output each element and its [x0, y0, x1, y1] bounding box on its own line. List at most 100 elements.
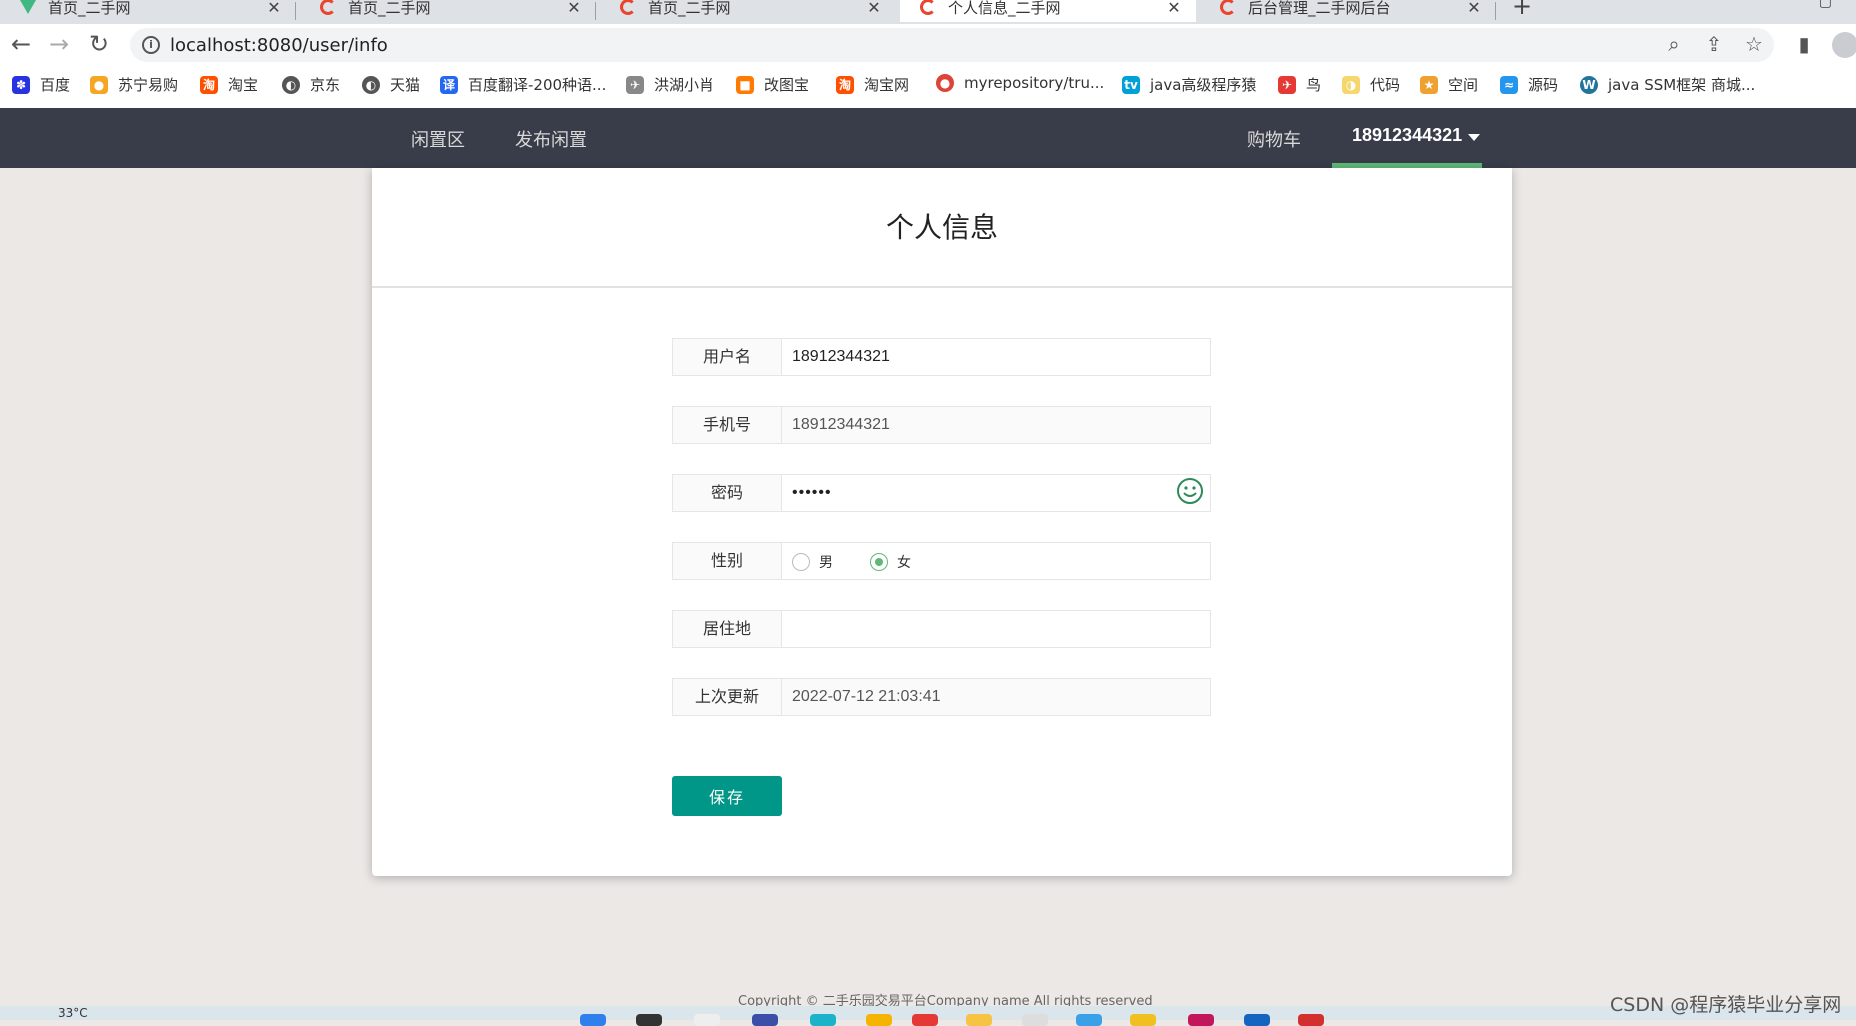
translate-icon: 译: [440, 75, 458, 94]
bookmark-item[interactable]: ≈ 源码: [1500, 74, 1558, 95]
taobao-icon: 淘: [836, 75, 854, 94]
bookmark-item[interactable]: Wjava SSM框架 商城...: [1580, 74, 1755, 95]
address-input[interactable]: [781, 610, 1211, 648]
app-icon[interactable]: [1130, 1014, 1156, 1026]
tab-separator: [295, 2, 296, 20]
bookmarks-bar: ✽ 百度 ● 苏宁易购 淘淘宝 ◐ 京东 ◐ 天猫 译百度翻译-200种语... ✈ 洪湖…: [0, 64, 1856, 109]
qzone-icon: ★: [1420, 75, 1438, 94]
zoom-icon[interactable]: ⌕: [1662, 32, 1686, 56]
new-tab-icon[interactable]: +: [1512, 0, 1532, 20]
bookmark-item[interactable]: ◑ 代码: [1342, 74, 1400, 95]
smiley-icon[interactable]: [1176, 477, 1204, 505]
bookmark-star-icon[interactable]: ☆: [1742, 32, 1766, 56]
profile-avatar-icon[interactable]: [1832, 32, 1856, 58]
bookmark-item[interactable]: tv java高级程序猿: [1122, 74, 1256, 95]
search-icon[interactable]: [636, 1014, 662, 1026]
bookmark-label: 百度: [40, 76, 71, 94]
app-icon[interactable]: [1244, 1014, 1270, 1026]
user-menu[interactable]: 18912344321: [1332, 108, 1482, 168]
nav-link-cart[interactable]: 购物车: [1247, 126, 1301, 152]
globe-icon: ◐: [362, 75, 380, 94]
gender-radio-female[interactable]: 女: [870, 552, 911, 572]
radio-circle-icon[interactable]: [792, 553, 810, 571]
bookmark-item[interactable]: ✈ 洪湖小肖: [626, 74, 714, 95]
close-icon[interactable]: ✕: [266, 0, 282, 17]
form-row-password: 密码: [672, 474, 1212, 512]
site-c-icon: [620, 0, 636, 15]
code-icon: ◑: [1342, 75, 1360, 94]
reload-icon[interactable]: ↻: [84, 29, 114, 59]
bookmark-label: java SSM框架 商城...: [1608, 76, 1756, 94]
bookmark-label: 百度翻译-200种语...: [468, 76, 607, 94]
bookmark-item[interactable]: 淘淘宝: [200, 74, 258, 95]
browser-tab[interactable]: 后台管理_二手网后台 ✕: [1200, 0, 1496, 22]
tab-title: 首页_二手网: [48, 0, 131, 17]
bookmark-label: 淘宝网: [864, 76, 910, 94]
app-icon[interactable]: [1298, 1014, 1324, 1026]
back-arrow-icon[interactable]: ←: [6, 29, 36, 59]
save-button[interactable]: 保存: [672, 776, 782, 816]
forward-arrow-icon[interactable]: →: [44, 29, 74, 59]
phone-input[interactable]: [781, 406, 1211, 444]
bookmark-label: java高级程序猿: [1150, 76, 1257, 94]
weather-temp[interactable]: 33°C: [58, 1006, 88, 1020]
window-control-icon[interactable]: ▢: [1819, 0, 1832, 10]
close-icon[interactable]: ✕: [566, 0, 582, 17]
bookmark-item[interactable]: 淘淘宝网: [836, 74, 909, 95]
nav-link-publish[interactable]: 发布闲置: [515, 126, 587, 152]
bookmark-item[interactable]: ● 苏宁易购: [90, 74, 178, 95]
windows-start-icon[interactable]: [580, 1014, 606, 1026]
bookmark-item[interactable]: ✽ 百度: [12, 74, 70, 95]
username-input[interactable]: [781, 338, 1211, 376]
field-label: 密码: [672, 474, 782, 512]
nav-link-idle-zone[interactable]: 闲置区: [411, 126, 465, 152]
last-updated-input[interactable]: [781, 678, 1211, 716]
radio-label: 女: [897, 555, 911, 571]
address-bar[interactable]: i localhost:8080/user/info ⌕ ⇪ ☆: [130, 28, 1774, 62]
profile-card: 个人信息 用户名 手机号 密码 性别 男 女: [372, 168, 1512, 876]
browser-tab[interactable]: 首页_二手网 ✕: [600, 0, 896, 22]
bookmark-label: 洪湖小肖: [654, 76, 715, 94]
user-menu-name: 18912344321: [1352, 125, 1463, 145]
side-panel-icon[interactable]: ▮: [1792, 32, 1816, 56]
task-view-icon[interactable]: [694, 1014, 720, 1026]
tab-title: 首页_二手网: [348, 0, 431, 17]
form-row-address: 居住地: [672, 610, 1212, 648]
share-icon[interactable]: ⇪: [1702, 32, 1726, 56]
bilibili-icon: tv: [1122, 75, 1140, 94]
bookmark-label: myrepository/tru...: [964, 74, 1105, 92]
vue-logo-icon: [20, 0, 36, 14]
gaitubao-icon: ■: [736, 75, 754, 94]
bookmark-item[interactable]: 译百度翻译-200种语...: [440, 74, 606, 95]
radio-circle-checked-icon[interactable]: [870, 553, 888, 571]
bookmark-item[interactable]: ✈ 鸟: [1278, 74, 1321, 95]
browser-tab[interactable]: 首页_二手网 ✕: [0, 0, 296, 22]
address-url[interactable]: localhost:8080/user/info: [170, 35, 388, 56]
folder-icon[interactable]: [966, 1014, 992, 1026]
browser-tab-active[interactable]: 个人信息_二手网 ✕: [900, 0, 1196, 22]
field-label: 用户名: [672, 338, 782, 376]
bookmark-item[interactable]: ◐ 天猫: [362, 74, 420, 95]
app-icon[interactable]: [752, 1014, 778, 1026]
password-input[interactable]: [781, 474, 1211, 512]
app-icon[interactable]: [1188, 1014, 1214, 1026]
bookmark-item[interactable]: ■ 改图宝: [736, 74, 809, 95]
close-icon[interactable]: ✕: [1166, 0, 1182, 17]
site-info-icon[interactable]: i: [142, 36, 160, 54]
bookmark-label: 改图宝: [764, 76, 810, 94]
chrome-icon[interactable]: [866, 1014, 892, 1026]
bookmark-label: 天猫: [390, 76, 421, 94]
form-row-gender: 性别 男 女: [672, 542, 1212, 580]
tab-separator: [595, 2, 596, 20]
browser-tab[interactable]: 首页_二手网 ✕: [300, 0, 596, 22]
mail-icon[interactable]: [1022, 1014, 1048, 1026]
edge-icon[interactable]: [810, 1014, 836, 1026]
gender-radio-male[interactable]: 男: [792, 552, 833, 572]
bookmark-item[interactable]: ★ 空间: [1420, 74, 1478, 95]
app-icon[interactable]: [1076, 1014, 1102, 1026]
bookmark-item[interactable]: ◐ 京东: [282, 74, 340, 95]
close-icon[interactable]: ✕: [1466, 0, 1482, 17]
close-icon[interactable]: ✕: [866, 0, 882, 17]
app-icon[interactable]: [912, 1014, 938, 1026]
bookmark-item[interactable]: ● myrepository/tru...: [936, 74, 1104, 92]
